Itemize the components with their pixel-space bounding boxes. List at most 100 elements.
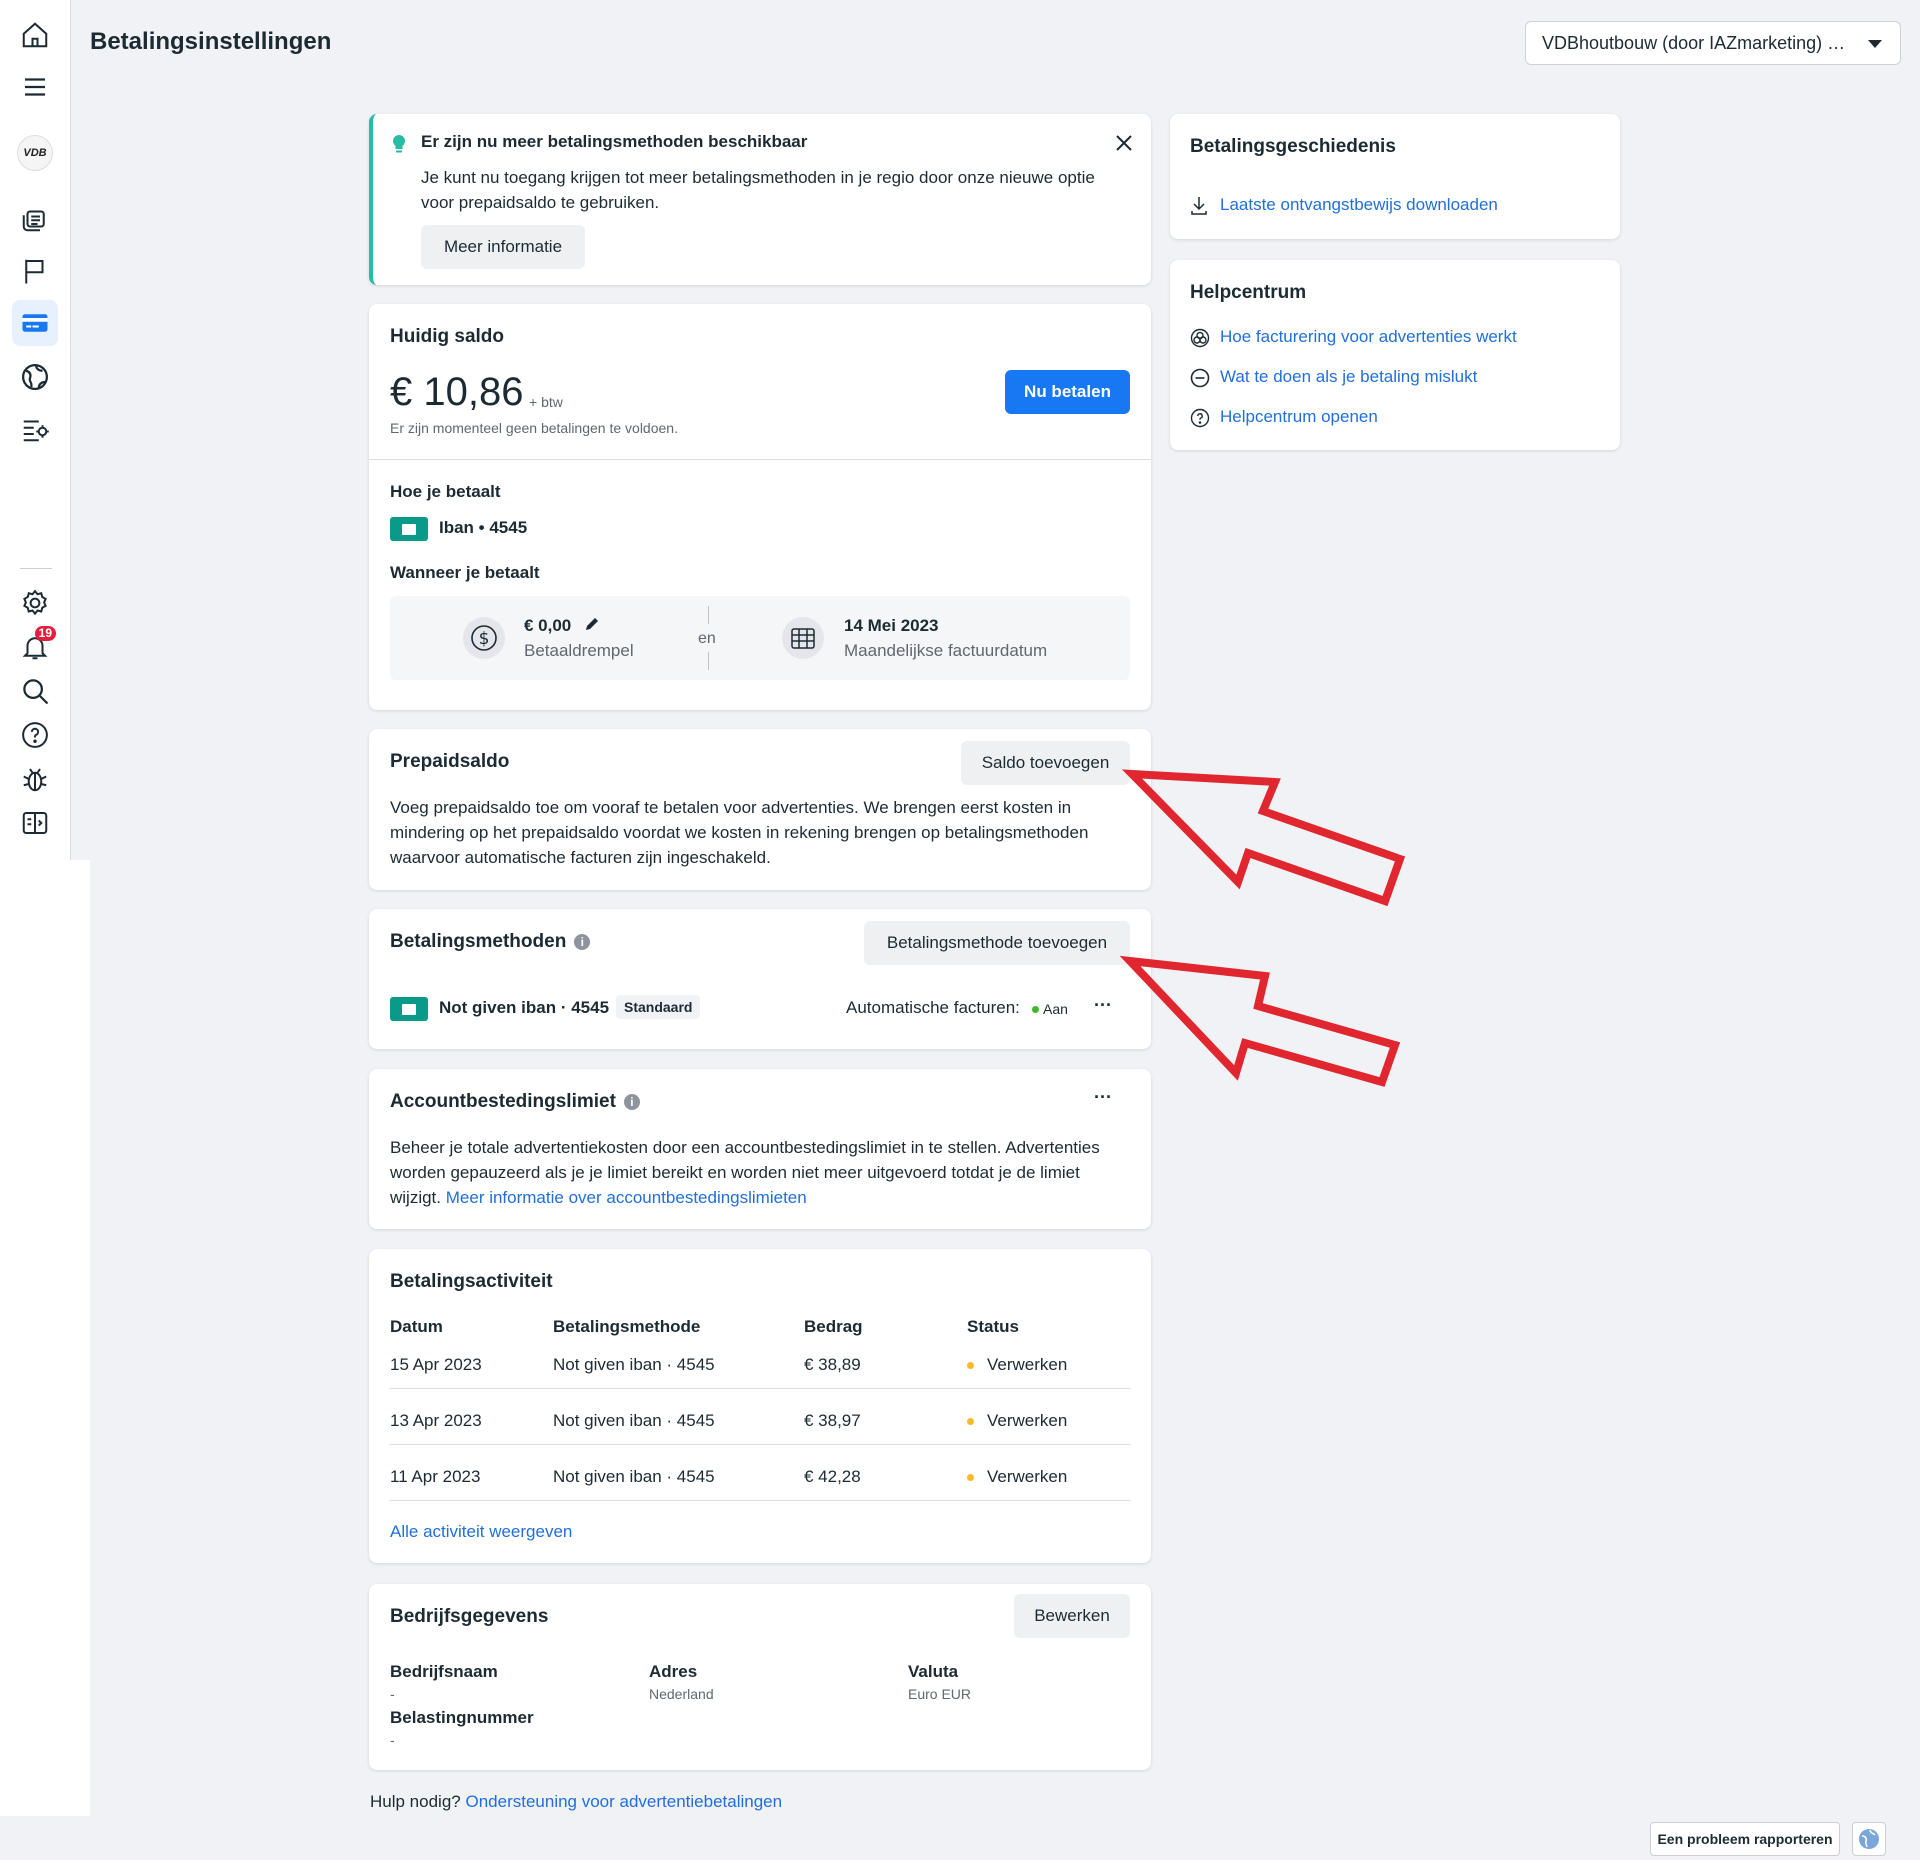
threshold-label: Betaaldrempel xyxy=(524,641,634,660)
ads-manager-icon[interactable] xyxy=(12,196,58,242)
help-icon[interactable] xyxy=(12,712,58,758)
column-header-date: Datum xyxy=(390,1317,443,1336)
info-icon[interactable]: i xyxy=(574,933,591,950)
spending-limit-title: Accountbestedingslimiet xyxy=(390,1091,616,1112)
help-title: Helpcentrum xyxy=(1190,282,1307,303)
spending-limit-body: Beheer je totale advertentiekosten door … xyxy=(390,1135,1130,1210)
page-title: Betalingsinstellingen xyxy=(90,28,332,55)
business-title: Bedrijfsgegevens xyxy=(390,1606,549,1627)
divider xyxy=(369,459,1151,460)
when-you-pay-title: Wanneer je betaalt xyxy=(390,563,540,582)
column-header-amount: Bedrag xyxy=(804,1317,863,1336)
current-balance-card: Huidig saldo € 10,86 + btw Er zijn momen… xyxy=(369,304,1151,710)
account-selector[interactable]: VDBhoutbouw (door IAZmarketing) (7... xyxy=(1525,21,1901,65)
status-dot xyxy=(967,1474,974,1481)
spending-limit-card: Accountbestedingslimiet i ··· Beheer je t… xyxy=(369,1069,1151,1229)
search-icon[interactable] xyxy=(12,668,58,714)
company-name-label: Bedrijfsnaam xyxy=(390,1662,498,1681)
calendar-icon xyxy=(782,617,824,659)
row-divider xyxy=(389,1500,1131,1501)
bank-icon xyxy=(390,997,428,1021)
chevron-down-icon xyxy=(1868,40,1882,48)
help-link-failed-payment[interactable]: Wat te doen als je betaling mislukt xyxy=(1220,367,1477,387)
row-amount: € 42,28 xyxy=(804,1467,861,1486)
arrow-add-payment-method xyxy=(1120,955,1401,1087)
gear-icon[interactable] xyxy=(12,580,58,626)
support-link[interactable]: Ondersteuning voor advertentiebetalingen xyxy=(465,1792,782,1811)
prepaid-card: Prepaidsaldo Saldo toevoegen Voeg prepai… xyxy=(369,729,1151,890)
divider xyxy=(708,652,709,670)
svg-text:$: $ xyxy=(479,629,490,649)
tax-number-label: Belastingnummer xyxy=(390,1708,534,1727)
address-value: Nederland xyxy=(649,1686,714,1702)
notifications-bell-icon[interactable]: 19 xyxy=(12,624,58,670)
billing-card-icon[interactable] xyxy=(12,300,58,346)
row-date: 13 Apr 2023 xyxy=(390,1411,482,1430)
currency-label: Valuta xyxy=(908,1662,959,1681)
business-info-card: Bedrijfsgegevens Bewerken Bedrijfsnaam -… xyxy=(369,1584,1151,1770)
prepaid-body: Voeg prepaidsaldo toe om vooraf te betal… xyxy=(390,798,1089,867)
account-avatar[interactable]: VDB xyxy=(12,130,58,176)
left-navigation: VDB 19 xyxy=(0,0,71,860)
report-problem-button[interactable]: Een probleem rapporteren xyxy=(1650,1822,1840,1856)
menu-icon[interactable] xyxy=(12,64,58,110)
edit-button[interactable]: Bewerken xyxy=(1014,1594,1130,1638)
payment-methods-title: Betalingsmethoden xyxy=(390,931,567,952)
billing-info-icon xyxy=(1190,328,1210,348)
arrow-add-balance xyxy=(1121,769,1406,907)
pencil-icon[interactable] xyxy=(584,616,600,632)
activity-title: Betalingsactiviteit xyxy=(390,1271,553,1292)
lightbulb-icon xyxy=(392,134,406,153)
help-center-card: Helpcentrum Hoe facturering voor adverte… xyxy=(1170,260,1620,450)
default-badge: Standaard xyxy=(616,995,701,1019)
notice-title: Er zijn nu meer betalingsmethoden beschi… xyxy=(421,132,808,151)
download-icon xyxy=(1191,197,1207,215)
row-method: Not given iban · 4545 xyxy=(553,1355,715,1374)
spending-limit-heading: Accountbestedingslimiet i xyxy=(390,1091,640,1113)
more-options-button[interactable]: ··· xyxy=(1094,995,1112,1016)
globe-icon[interactable] xyxy=(12,354,58,400)
bug-icon[interactable] xyxy=(12,756,58,802)
more-options-button[interactable]: ··· xyxy=(1094,1087,1112,1108)
payment-method-name: Not given iban · 4545 xyxy=(439,998,610,1017)
add-payment-method-button[interactable]: Betalingsmethode toevoegen xyxy=(864,921,1130,965)
balance-amount: € 10,86 xyxy=(390,370,524,414)
info-icon[interactable]: i xyxy=(623,1093,640,1110)
help-link-open-center[interactable]: Helpcentrum openen xyxy=(1220,407,1378,427)
auto-invoices-value: Aan xyxy=(1043,1001,1068,1017)
balance-note: Er zijn momenteel geen betalingen te vol… xyxy=(390,420,678,436)
how-you-pay-title: Hoe je betaalt xyxy=(390,482,501,501)
flag-icon[interactable] xyxy=(12,248,58,294)
account-selector-value: VDBhoutbouw (door IAZmarketing) (7... xyxy=(1542,32,1850,53)
pay-now-button[interactable]: Nu betalen xyxy=(1005,370,1130,414)
currency-value: Euro EUR xyxy=(908,1686,972,1702)
more-info-button[interactable]: Meer informatie xyxy=(421,225,585,269)
prepaid-title: Prepaidsaldo xyxy=(390,751,510,772)
all-activity-link[interactable]: Alle activiteit weergeven xyxy=(390,1522,572,1542)
home-icon[interactable] xyxy=(12,12,58,58)
settings-list-icon[interactable] xyxy=(12,406,58,452)
billing-date-label: Maandelijkse factuurdatum xyxy=(844,641,1048,660)
support-prefix: Hulp nodig? xyxy=(370,1792,461,1811)
payment-history-card: Betalingsgeschiedenis Laatste ontvangstb… xyxy=(1170,114,1620,239)
divider xyxy=(708,606,709,624)
language-globe-icon[interactable] xyxy=(1852,1822,1886,1856)
history-title: Betalingsgeschiedenis xyxy=(1190,136,1396,157)
sidebar-divider xyxy=(20,568,52,569)
help-link-billing[interactable]: Hoe facturering voor advertenties werkt xyxy=(1220,327,1517,347)
spending-limit-link[interactable]: Meer informatie over accountbestedingsli… xyxy=(446,1188,807,1207)
row-divider xyxy=(389,1388,1131,1389)
row-method: Not given iban · 4545 xyxy=(553,1467,715,1486)
download-receipt-link[interactable]: Laatste ontvangstbewijs downloaden xyxy=(1220,195,1498,215)
close-icon[interactable] xyxy=(1115,134,1133,152)
payment-methods-heading: Betalingsmethoden i xyxy=(390,931,591,953)
row-status: Verwerken xyxy=(987,1467,1068,1486)
tax-number-value: - xyxy=(390,1732,395,1748)
column-header-method: Betalingsmethode xyxy=(553,1317,701,1336)
add-balance-button[interactable]: Saldo toevoegen xyxy=(961,741,1130,785)
payment-method-label: Iban • 4545 xyxy=(439,518,528,537)
billing-date: 14 Mei 2023 xyxy=(844,616,939,635)
vdb-logo: VDB xyxy=(17,135,53,171)
row-method: Not given iban · 4545 xyxy=(553,1411,715,1430)
panel-toggle-icon[interactable] xyxy=(12,800,58,846)
